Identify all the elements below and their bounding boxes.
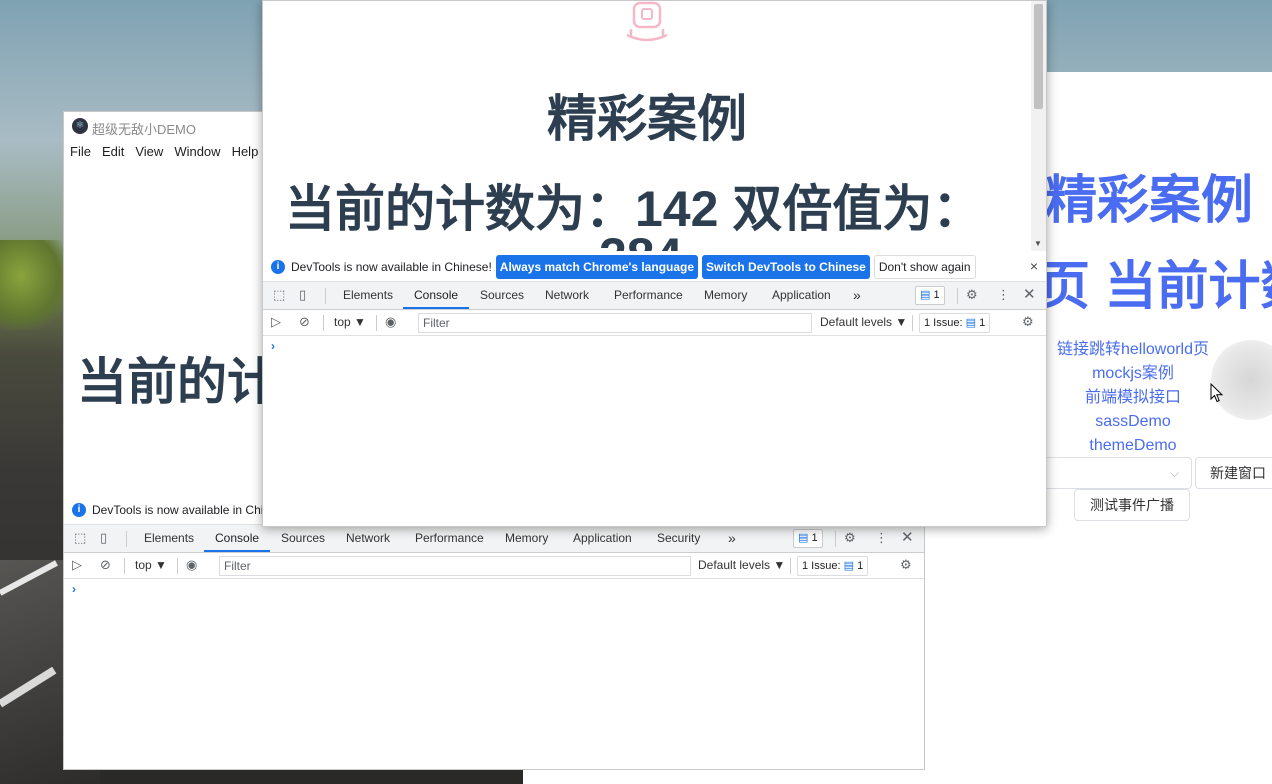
tab-performance[interactable]: Performance [614,282,683,309]
wallpaper-grass [0,240,70,330]
tab-memory[interactable]: Memory [704,282,747,309]
devtools-info-message: DevTools is now available in Chinese! [291,259,492,274]
divider [376,315,377,331]
chevron-down-icon: ⌵ [1169,466,1179,480]
tab-sources[interactable]: Sources [281,525,325,552]
device-toolbar-icon[interactable]: ▯ [299,287,306,303]
double-value-text: 284 [599,227,682,251]
divider [325,288,326,304]
app-logo-icon [626,1,668,42]
menu-view[interactable]: View [129,140,168,164]
menu-window[interactable]: Window [168,140,225,164]
front-app-window[interactable]: 精彩案例 当前的计数为：142 双倍值为： 284 ▼ i DevTools i… [262,0,1047,527]
issues-button[interactable]: 1 Issue: ▤ 1 [919,313,991,333]
message-icon: ▤ [798,532,809,544]
left-page-heading: 当前的计 [77,354,277,410]
more-tabs-icon[interactable]: » [853,282,861,309]
context-selector[interactable]: top ▼ [334,315,366,329]
gear-icon[interactable]: ⚙ [966,287,978,303]
event-broadcast-button[interactable]: 测试事件广播 [1074,489,1190,521]
tab-security[interactable]: Security [657,525,700,552]
switch-to-chinese-button[interactable]: Switch DevTools to Chinese [702,254,870,279]
menu-file[interactable]: File [64,140,96,164]
divider [177,558,178,574]
scrollbar-thumb[interactable] [1034,4,1043,109]
kebab-menu-icon[interactable]: ⋮ [875,530,888,546]
page-viewport: 精彩案例 当前的计数为：142 双倍值为： 284 ▼ [263,1,1046,251]
divider [957,288,958,304]
divider [124,558,125,574]
inspect-element-icon[interactable]: ⬚ [74,530,86,546]
tab-performance[interactable]: Performance [415,525,484,552]
tab-memory[interactable]: Memory [505,525,548,552]
menu-edit[interactable]: Edit [96,140,129,164]
console-prompt[interactable]: › [72,582,76,596]
device-toolbar-icon[interactable]: ▯ [100,530,107,546]
menu-help[interactable]: Help [226,140,264,164]
tab-elements[interactable]: Elements [144,525,194,552]
divider [835,531,836,547]
divider [323,315,324,331]
console-filter-input[interactable]: Filter [219,556,691,576]
message-icon: ▤ [843,560,854,572]
scroll-down-arrow-icon[interactable]: ▼ [1034,239,1042,248]
sidebar-toggle-icon[interactable]: ▷ [271,314,281,330]
eye-icon[interactable]: ◉ [385,314,396,330]
devtools-info-message: DevTools is now available in Chir [92,502,268,517]
close-icon[interactable]: ✕ [1023,285,1036,303]
issues-button[interactable]: 1 Issue: ▤ 1 [797,556,869,576]
devtools-tab-bar: ⬚ ▯ Elements Console Sources Network Per… [263,282,1046,310]
info-icon: i [72,502,86,517]
context-selector[interactable]: top ▼ [135,558,167,572]
always-match-language-button[interactable]: Always match Chrome's language [495,254,699,279]
new-window-button[interactable]: 新建窗口 [1195,457,1272,489]
window-title: 超级无敌小DEMO [92,122,197,137]
page-title: 精彩案例 [547,91,747,147]
log-levels-dropdown[interactable]: Default levels ▼ [820,315,907,329]
info-icon: i [271,259,285,274]
sidebar-toggle-icon[interactable]: ▷ [72,557,82,573]
tab-elements[interactable]: Elements [343,282,393,309]
divider [912,315,913,331]
electron-app-icon: ⚛ [72,118,88,134]
message-icon: ▤ [920,289,931,301]
console-settings-gear-icon[interactable]: ⚙ [900,557,912,573]
console-settings-gear-icon[interactable]: ⚙ [1022,314,1034,330]
mouse-pointer-icon [1210,383,1224,403]
log-levels-dropdown[interactable]: Default levels ▼ [698,558,785,572]
console-toolbar: ▷ ⊘ top ▼ ◉ Filter Default levels ▼ 1 Is… [263,310,1046,336]
right-count-text: 页 当前计数 [1038,258,1272,316]
window-select[interactable]: ⌵ [1047,457,1192,489]
close-icon[interactable]: ✕ [901,528,914,546]
clear-console-icon[interactable]: ⊘ [100,557,111,573]
inspect-element-icon[interactable]: ⬚ [273,287,285,303]
message-icon: ▤ [965,317,976,329]
divider [126,531,127,547]
divider [790,558,791,574]
console-toolbar: ▷ ⊘ top ▼ ◉ Filter Default levels ▼ 1 Is… [64,553,924,579]
messages-badge[interactable]: ▤ 1 [793,529,823,548]
tab-application[interactable]: Application [573,525,632,552]
console-filter-input[interactable]: Filter [418,313,812,333]
eye-icon[interactable]: ◉ [186,557,197,573]
clear-console-icon[interactable]: ⊘ [299,314,310,330]
page-scrollbar[interactable]: ▼ [1031,1,1046,251]
tab-console[interactable]: Console [204,525,271,552]
messages-badge[interactable]: ▤ 1 [915,286,945,305]
tab-network[interactable]: Network [545,282,589,309]
close-icon[interactable]: × [1030,258,1038,274]
kebab-menu-icon[interactable]: ⋮ [997,287,1010,303]
tab-sources[interactable]: Sources [480,282,524,309]
tab-console[interactable]: Console [403,282,470,309]
devtools-tab-bar: ⬚ ▯ Elements Console Sources Network Per… [64,525,924,553]
right-page-title: 精彩案例 [1045,172,1254,230]
gear-icon[interactable]: ⚙ [844,530,856,546]
dont-show-again-button[interactable]: Don't show again [873,254,976,279]
more-tabs-icon[interactable]: » [728,525,736,552]
devtools-info-bar: i DevTools is now available in Chinese! … [263,252,1046,282]
tab-application[interactable]: Application [772,282,831,309]
console-prompt[interactable]: › [271,339,275,353]
menu-bar: File Edit View Window Help [64,140,263,164]
tab-network[interactable]: Network [346,525,390,552]
